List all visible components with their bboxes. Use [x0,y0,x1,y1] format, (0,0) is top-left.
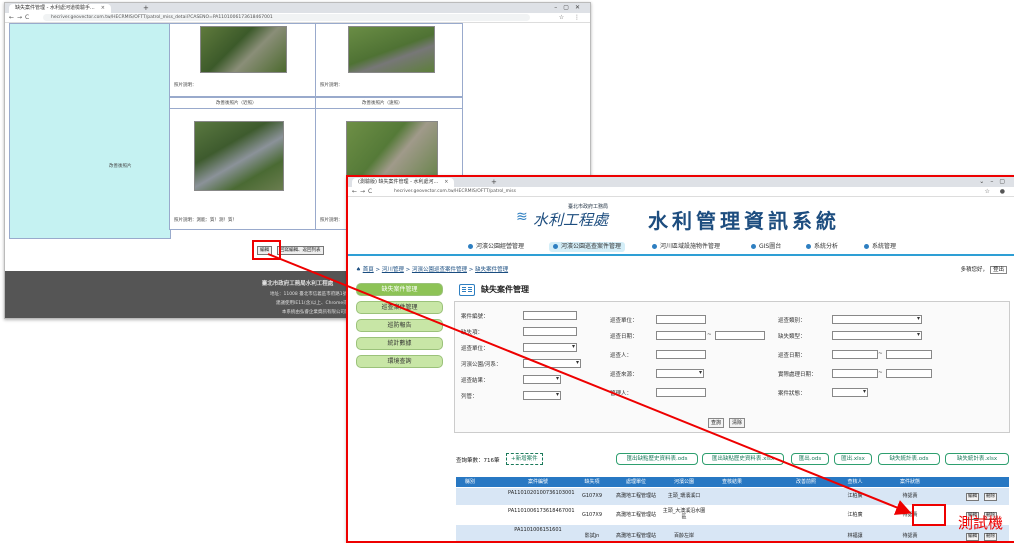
after-photo-near [194,121,284,191]
close-tab-icon[interactable]: × [101,5,105,11]
header-text: 改善後照片（近照） [216,101,257,106]
photo-caption: 照片說明： [174,83,197,88]
photo-cell: 照片說明：測能：質！測！質！ [169,108,317,230]
after-photos-label: 改善後照片 [109,164,132,169]
bookmark-icon[interactable]: ☆ ⋮ [559,13,584,22]
url-field[interactable]: hecriver.geovector.com.tw/HECRMIS/OFTT/p… [43,14,530,21]
before-photo-far [348,26,435,73]
photo-cell: 照片說明： [169,23,317,97]
nav-buttons-icon[interactable]: ←→C [9,13,32,22]
return-list-button[interactable]: 回寫編輯、返回列表 [277,246,324,255]
annotation-label: 測試機 [958,514,1004,532]
tab-strip: 缺失案件管理 - 水利處河道檢驗手... × + –▢✕ [5,3,590,13]
new-tab-icon[interactable]: + [143,3,149,13]
photo-caption: 照片說明：測能：質！測！質！ [174,218,237,223]
front-window-highlight [346,175,1014,543]
photo-cell: 照片說明： [315,23,463,97]
edit-button-highlight [252,240,281,260]
photo-caption: 照片說明： [320,83,343,88]
window-controls[interactable]: –▢✕ [554,3,586,13]
browser-tab[interactable]: 缺失案件管理 - 水利處河道檢驗手... × [9,4,111,13]
header-text: 改善後照片（遠照） [362,101,403,106]
row-label-column [9,23,171,239]
photo-caption: 照片說明： [320,218,343,223]
address-bar: ←→C hecriver.geovector.com.tw/HECRMIS/OF… [5,13,590,23]
before-photo-near [200,26,287,73]
